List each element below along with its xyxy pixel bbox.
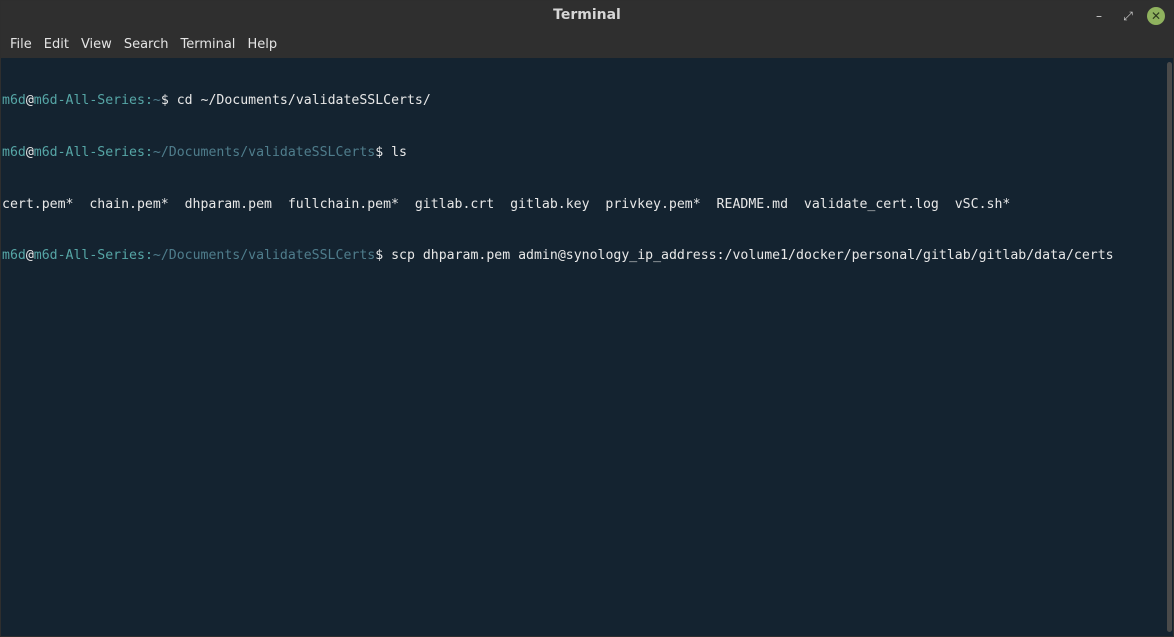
menu-terminal[interactable]: Terminal [174,31,241,58]
prompt-user: m6d [2,145,26,160]
prompt-at: @ [25,248,34,264]
terminal-output[interactable]: m6d@m6d-All-Series:~$ cd ~/Documents/val… [1,58,1165,636]
prompt-path: ~/Documents/validateSSLCerts [152,248,376,264]
window-title: Terminal [553,7,621,23]
prompt-at: @ [25,93,34,109]
vertical-scrollbar[interactable] [1165,58,1173,636]
menu-help[interactable]: Help [241,31,283,58]
maximize-button[interactable]: ⤢ [1118,6,1138,26]
close-button[interactable]: ✕ [1147,7,1165,25]
prompt-path: ~ [152,93,161,109]
prompt-at: @ [25,145,34,160]
prompt-user: m6d [2,93,26,109]
prompt-host: m6d-All-Series [33,248,145,264]
menu-file[interactable]: File [4,31,38,58]
prompt-colon: : [144,93,153,109]
menu-search[interactable]: Search [118,31,175,58]
prompt-user: m6d [2,248,26,264]
menu-view[interactable]: View [75,31,118,58]
command-text: $ scp dhparam.pem admin@synology_ip_addr… [375,248,1114,264]
scrollbar-thumb[interactable] [1167,62,1172,632]
terminal-window: Terminal – ⤢ ✕ File Edit View Search Ter… [0,0,1174,637]
command-text: $ ls [375,145,407,160]
terminal-line: m6d@m6d-All-Series:~/Documents/validateS… [2,247,1165,264]
terminal-line: m6d@m6d-All-Series:~$ cd ~/Documents/val… [2,92,1165,109]
menu-edit[interactable]: Edit [38,31,75,58]
minimize-button[interactable]: – [1089,6,1109,26]
prompt-host: m6d-All-Series [33,145,145,160]
ls-output-line: cert.pem* chain.pem* dhparam.pem fullcha… [2,196,1011,212]
menu-bar: File Edit View Search Terminal Help [1,31,1173,58]
prompt-colon: : [144,145,153,160]
title-bar[interactable]: Terminal – ⤢ ✕ [1,1,1173,31]
prompt-path: ~/Documents/validateSSLCerts [152,145,376,160]
prompt-host: m6d-All-Series [33,93,145,109]
prompt-colon: : [144,248,153,264]
terminal-line: m6d@m6d-All-Series:~/Documents/validateS… [2,144,1165,161]
command-text: $ cd ~/Documents/validateSSLCerts/ [160,93,431,109]
